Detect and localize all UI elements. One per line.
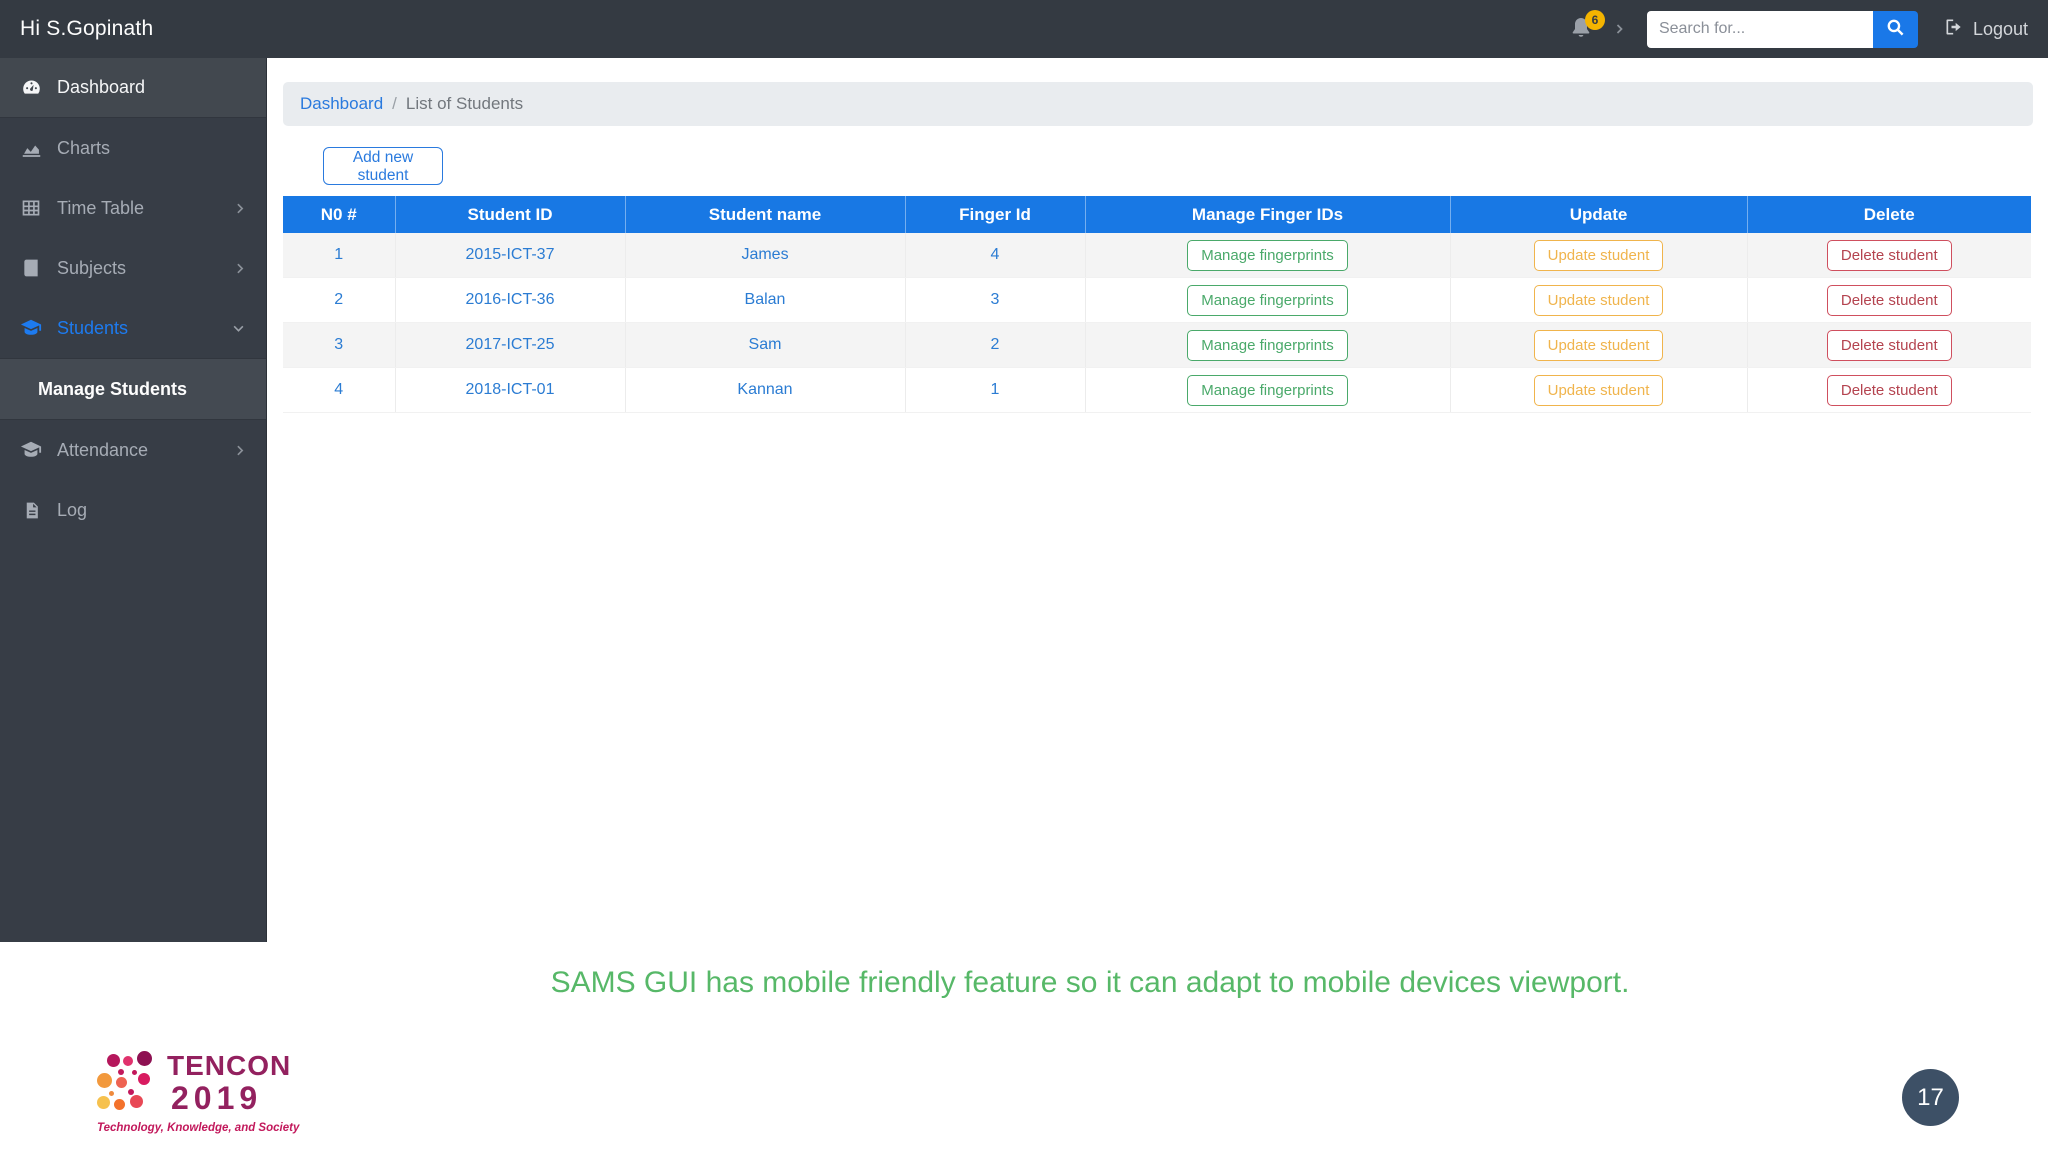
table-header-row: N0 # Student ID Student name Finger Id M… — [283, 196, 2031, 233]
sidebar-item-label: Attendance — [57, 439, 149, 460]
sidebar-item-log[interactable]: Log — [0, 480, 266, 540]
logo-tagline: Technology, Knowledge, and Society — [97, 1122, 300, 1134]
manage-fingerprints-button[interactable]: Manage fingerprints — [1187, 239, 1348, 271]
row-finger-id[interactable]: 1 — [991, 381, 1000, 398]
manage-fingerprints-button[interactable]: Manage fingerprints — [1187, 374, 1348, 406]
search-button[interactable] — [1872, 10, 1918, 48]
delete-student-button[interactable]: Delete student — [1826, 329, 1952, 361]
sidebar-item-label: Students — [57, 317, 129, 338]
sidebar-item-label: Charts — [57, 137, 111, 158]
delete-student-button[interactable]: Delete student — [1826, 374, 1952, 406]
navbar-right: 6 Logout — [1569, 10, 2028, 48]
manage-fingerprints-button[interactable]: Manage fingerprints — [1187, 329, 1348, 361]
notification-badge: 6 — [1584, 10, 1605, 30]
chevron-down-icon — [231, 322, 246, 335]
sidebar-item-manage-students[interactable]: Manage Students — [0, 358, 266, 420]
table-grid-icon — [20, 198, 42, 218]
main-content: Dashboard / List of Students Add new stu… — [268, 58, 2048, 950]
search-input[interactable] — [1646, 10, 1873, 48]
table-row: 4 2018-ICT-01 Kannan 1 Manage fingerprin… — [283, 367, 2031, 413]
dashboard-gauge-icon — [20, 77, 42, 98]
row-student-name[interactable]: Kannan — [737, 381, 792, 398]
students-table: N0 # Student ID Student name Finger Id M… — [283, 196, 2031, 413]
top-navbar: Hi S.Gopinath 6 Search for... Logout — [0, 0, 2048, 58]
col-header-delete: Delete — [1747, 196, 2031, 233]
row-no[interactable]: 4 — [334, 381, 343, 398]
search-bar — [1646, 10, 1918, 48]
chevron-right-icon — [233, 443, 246, 458]
graduation-cap-icon — [20, 439, 42, 461]
logo-year: 2019 — [171, 1080, 263, 1116]
row-student-name[interactable]: Balan — [745, 291, 786, 308]
row-finger-id[interactable]: 2 — [991, 336, 1000, 353]
row-student-id[interactable]: 2018-ICT-01 — [466, 381, 555, 398]
col-header-no: N0 # — [283, 196, 396, 233]
col-header-student-id: Student ID — [395, 196, 626, 233]
delete-student-button[interactable]: Delete student — [1826, 284, 1952, 316]
row-finger-id[interactable]: 3 — [991, 291, 1000, 308]
chevron-right-icon[interactable] — [1613, 22, 1625, 36]
row-student-name[interactable]: Sam — [749, 336, 782, 353]
row-no[interactable]: 1 — [334, 246, 343, 263]
chevron-right-icon — [233, 261, 246, 276]
row-student-id[interactable]: 2016-ICT-36 — [466, 291, 555, 308]
update-student-button[interactable]: Update student — [1533, 329, 1664, 361]
breadcrumb-separator: / — [392, 94, 397, 113]
row-student-name[interactable]: James — [741, 246, 788, 263]
table-row: 3 2017-ICT-25 Sam 2 Manage fingerprints … — [283, 322, 2031, 368]
chart-area-icon — [20, 138, 42, 159]
row-finger-id[interactable]: 4 — [991, 246, 1000, 263]
slide-caption: SAMS GUI has mobile friendly feature so … — [550, 966, 1630, 999]
table-row: 2 2016-ICT-36 Balan 3 Manage fingerprint… — [283, 277, 2031, 323]
sidebar-item-time-table[interactable]: Time Table — [0, 178, 266, 238]
update-student-button[interactable]: Update student — [1533, 284, 1664, 316]
sidebar-item-label: Dashboard — [57, 77, 146, 97]
sidebar-item-students[interactable]: Students — [0, 298, 266, 358]
row-student-id[interactable]: 2017-ICT-25 — [466, 336, 555, 353]
tencon-2019-logo: TENCON 2019 Technology, Knowledge, and S… — [95, 1046, 395, 1148]
logout-button[interactable]: Logout — [1944, 17, 2028, 42]
notifications-button[interactable]: 6 — [1569, 10, 1605, 46]
manage-fingerprints-button[interactable]: Manage fingerprints — [1187, 284, 1348, 316]
sidebar-item-label: Manage Students — [38, 378, 188, 399]
sidebar-item-label: Time Table — [57, 197, 145, 218]
graduation-cap-icon — [20, 317, 42, 339]
search-icon — [1886, 18, 1905, 40]
row-no[interactable]: 2 — [334, 291, 343, 308]
table-row: 1 2015-ICT-37 James 4 Manage fingerprint… — [283, 233, 2031, 278]
update-student-button[interactable]: Update student — [1533, 239, 1664, 271]
delete-student-button[interactable]: Delete student — [1826, 239, 1952, 271]
row-student-id[interactable]: 2015-ICT-37 — [466, 246, 555, 263]
col-header-manage-finger-ids: Manage Finger IDs — [1085, 196, 1451, 233]
sidebar-item-label: Subjects — [57, 257, 127, 278]
logout-label: Logout — [1972, 18, 2028, 39]
col-header-finger-id: Finger Id — [905, 196, 1086, 233]
breadcrumb-dashboard-link[interactable]: Dashboard — [300, 94, 383, 114]
sidebar-item-dashboard[interactable]: Dashboard — [0, 58, 266, 118]
sidebar-item-label: Log — [57, 499, 88, 520]
file-lines-icon — [20, 501, 42, 520]
sign-out-icon — [1944, 17, 1964, 42]
breadcrumb-current: List of Students — [405, 94, 524, 113]
row-no[interactable]: 3 — [334, 336, 343, 353]
col-header-update: Update — [1450, 196, 1748, 233]
book-icon — [20, 258, 42, 278]
logo-title: TENCON — [167, 1050, 292, 1081]
slide-page-number: 17 — [1902, 1069, 1959, 1126]
sidebar-nav: Dashboard Charts Time Table Subjects Stu… — [0, 58, 267, 942]
sidebar-item-charts[interactable]: Charts — [0, 118, 266, 178]
update-student-button[interactable]: Update student — [1533, 374, 1664, 406]
chevron-right-icon — [233, 201, 246, 216]
add-new-student-button[interactable]: Add new student — [323, 147, 443, 185]
slide: Hi S.Gopinath 6 Search for... Logout Das… — [0, 0, 2048, 1152]
col-header-student-name: Student name — [625, 196, 906, 233]
user-greeting: Hi S.Gopinath — [20, 17, 154, 40]
sidebar-item-subjects[interactable]: Subjects — [0, 238, 266, 298]
breadcrumb: Dashboard / List of Students — [283, 82, 2033, 126]
sidebar-item-attendance[interactable]: Attendance — [0, 420, 266, 480]
